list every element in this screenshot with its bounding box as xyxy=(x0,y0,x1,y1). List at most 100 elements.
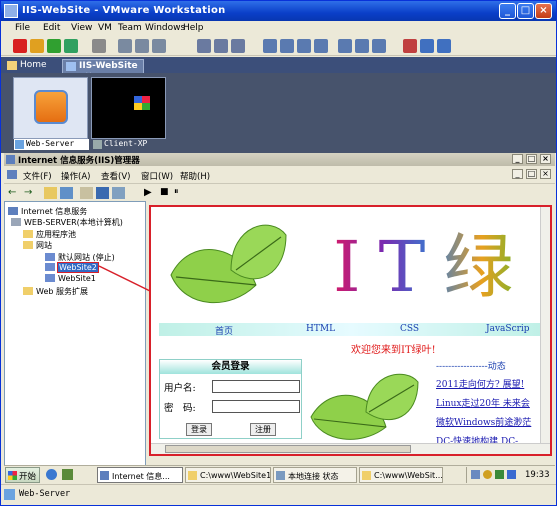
tree-node-website2[interactable]: WebSite2 xyxy=(45,262,99,273)
tree-node-app-pools[interactable]: 应用程序池 xyxy=(23,229,76,240)
site-nav-javascript[interactable]: JavaScrip xyxy=(486,324,530,334)
site-nav-html[interactable]: HTML xyxy=(306,324,335,334)
tree-node-web-extensions[interactable]: Web 服务扩展 xyxy=(23,286,88,297)
username-input[interactable] xyxy=(212,380,300,393)
maximize-button[interactable]: □ xyxy=(517,3,534,19)
send-ctrl-alt-del-icon[interactable] xyxy=(92,39,106,53)
tree-node-website1[interactable]: WebSite1 xyxy=(45,274,96,283)
news-item[interactable]: Linux走过20年 未来会 xyxy=(436,396,530,409)
menu-edit[interactable]: Edit xyxy=(43,23,60,33)
iis-menu-file[interactable]: 文件(F) xyxy=(23,170,52,182)
network-tray-icon[interactable] xyxy=(471,470,480,479)
iis-maximize-button[interactable]: □ xyxy=(526,154,537,164)
revert-snapshot-icon[interactable] xyxy=(135,39,149,53)
menu-help[interactable]: Help xyxy=(183,23,204,33)
preferences-icon[interactable] xyxy=(437,39,451,53)
register-button[interactable]: 注册 xyxy=(250,423,276,436)
guest-desktop[interactable]: Internet 信息服务(IIS)管理器 _ □ × 文件(F) 操作(A) … xyxy=(4,153,555,467)
vmware-tools-tray-icon[interactable] xyxy=(507,470,516,479)
vm-logo-icon xyxy=(34,90,68,124)
speaker-tray-icon[interactable] xyxy=(495,470,504,479)
menu-view[interactable]: View xyxy=(71,23,92,33)
title-bar[interactable]: IIS-WebSite - VMware Workstation _ □ × xyxy=(1,1,556,21)
reset-icon[interactable] xyxy=(64,39,78,53)
iis-menu-view[interactable]: 查看(V) xyxy=(101,170,130,182)
tree-label: WEB-SERVER(本地计算机) xyxy=(24,218,123,227)
stop-icon[interactable]: ■ xyxy=(160,187,173,199)
start-icon[interactable]: ▶ xyxy=(144,187,157,199)
iis-menu-window[interactable]: 窗口(W) xyxy=(141,170,173,182)
inner-restore-button[interactable]: □ xyxy=(526,169,537,179)
menu-vm[interactable]: VM xyxy=(98,23,112,33)
menu-team[interactable]: Team xyxy=(118,23,142,33)
scrollbar-thumb[interactable] xyxy=(165,445,411,453)
security-tray-icon[interactable] xyxy=(483,470,492,479)
tab-home[interactable]: Home xyxy=(4,59,59,73)
pause-icon[interactable]: ⏸ xyxy=(174,187,187,199)
site-welcome-text: 欢迎您来到IT绿叶! xyxy=(351,345,436,356)
site-nav-css[interactable]: CSS xyxy=(400,324,419,334)
view-summary-icon[interactable] xyxy=(314,39,328,53)
status-bar: Web-Server xyxy=(1,484,556,505)
site-nav-home[interactable]: 首页 xyxy=(215,324,233,337)
suspend-icon[interactable] xyxy=(30,39,44,53)
news-header: -----------------动态 xyxy=(436,362,506,372)
power-on-icon[interactable] xyxy=(47,39,61,53)
unity-icon[interactable] xyxy=(231,39,245,53)
power-off-icon[interactable] xyxy=(13,39,27,53)
export-icon[interactable] xyxy=(112,187,125,199)
tree-node-default-site[interactable]: 默认网站 (停止) xyxy=(45,252,115,263)
news-item[interactable]: 2011走向何方? 展望! xyxy=(436,377,524,390)
view-console-icon[interactable] xyxy=(297,39,311,53)
inner-minimize-button[interactable]: _ xyxy=(512,169,523,179)
thumbnail-web-server[interactable]: Web-Server xyxy=(13,77,89,150)
view-statusbar-icon[interactable] xyxy=(372,39,386,53)
snapshot-manager-icon[interactable] xyxy=(152,39,166,53)
home-icon xyxy=(7,61,17,70)
tree-node-websites[interactable]: 网站 xyxy=(23,240,52,251)
iis-close-button[interactable]: × xyxy=(540,154,551,164)
forward-icon[interactable]: → xyxy=(24,187,37,199)
back-icon[interactable]: ← xyxy=(8,187,21,199)
site-logo-text: IT绿 xyxy=(333,211,531,312)
tree-node-web-server[interactable]: WEB-SERVER(本地计算机) xyxy=(11,217,123,228)
thumbnail-client-xp[interactable]: Client-XP xyxy=(91,77,166,149)
password-input[interactable] xyxy=(212,400,300,413)
full-screen-icon[interactable] xyxy=(214,39,228,53)
tree-node-iis-root[interactable]: Internet 信息服务 xyxy=(8,206,87,217)
task-website-folder[interactable]: C:\www\WebSit... xyxy=(359,467,443,483)
menu-file[interactable]: File xyxy=(15,23,30,33)
tab-iis-website[interactable]: IIS-WebSite × xyxy=(62,59,144,81)
start-button[interactable]: 开始 xyxy=(5,467,40,483)
horizontal-scrollbar[interactable] xyxy=(151,443,550,454)
desktop-quicklaunch-icon[interactable] xyxy=(62,469,73,480)
show-tree-icon[interactable] xyxy=(60,187,73,199)
help-icon[interactable] xyxy=(96,187,109,199)
task-network-status[interactable]: 本地连接 状态 xyxy=(273,467,357,483)
minimize-button[interactable]: _ xyxy=(499,3,516,19)
snapshot-icon[interactable] xyxy=(118,39,132,53)
news-item[interactable]: 微软Windows前途渺茫 xyxy=(436,415,531,428)
vertical-scrollbar[interactable] xyxy=(540,207,550,445)
close-button[interactable]: × xyxy=(535,3,552,19)
inner-close-button[interactable]: × xyxy=(540,169,551,179)
view-appliance-icon[interactable] xyxy=(338,39,352,53)
iis-minimize-button[interactable]: _ xyxy=(512,154,523,164)
login-button[interactable]: 登录 xyxy=(186,423,212,436)
iis-menu-action[interactable]: 操作(A) xyxy=(61,170,90,182)
quick-switch-icon[interactable] xyxy=(197,39,211,53)
view-tabs-icon[interactable] xyxy=(355,39,369,53)
iis-menu-help[interactable]: 帮助(H) xyxy=(180,170,210,182)
task-website1-folder[interactable]: C:\www\WebSite1 xyxy=(185,467,271,483)
task-iis-manager[interactable]: Internet 信息... xyxy=(97,467,183,483)
menu-windows[interactable]: Windows xyxy=(145,23,185,33)
iis-manager-titlebar[interactable]: Internet 信息服务(IIS)管理器 _ □ × xyxy=(4,153,555,166)
website-preview[interactable]: IT绿 首页 HTML CSS JavaScrip 欢迎您来到IT绿叶! 会员登… xyxy=(149,205,552,456)
view-sidebar-icon[interactable] xyxy=(263,39,277,53)
up-folder-icon[interactable] xyxy=(44,187,57,199)
properties-icon[interactable] xyxy=(80,187,93,199)
team-icon[interactable] xyxy=(420,39,434,53)
record-icon[interactable] xyxy=(403,39,417,53)
ie-quicklaunch-icon[interactable] xyxy=(46,469,57,480)
view-thumbnail-icon[interactable] xyxy=(280,39,294,53)
